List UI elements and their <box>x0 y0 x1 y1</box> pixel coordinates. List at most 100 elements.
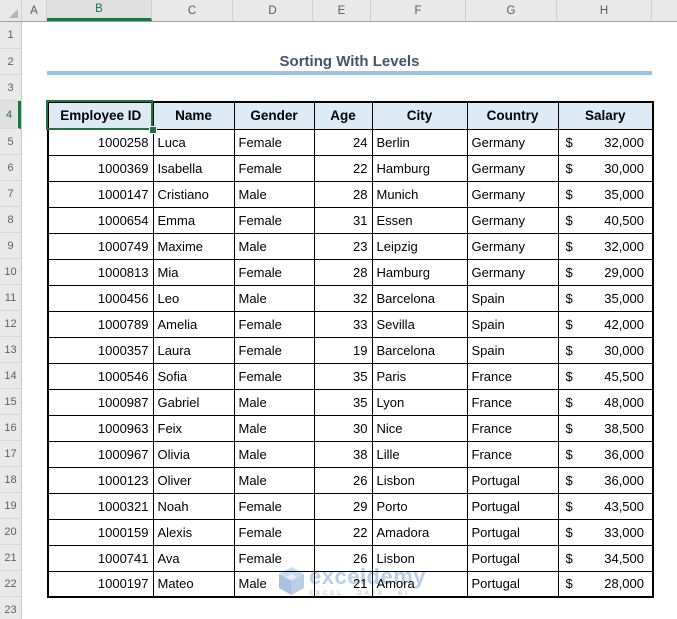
cell-city[interactable]: Sevilla <box>371 310 468 338</box>
row-header-15[interactable]: 15 <box>0 389 21 415</box>
cell-salary[interactable]: $ 33,000 <box>557 518 654 546</box>
row-header-22[interactable]: 22 <box>0 571 21 597</box>
cell-salary[interactable]: $ 35,000 <box>557 284 654 312</box>
row-header-4[interactable]: 4 <box>0 101 21 129</box>
cell-age[interactable]: 21 <box>313 570 373 598</box>
cell-gender[interactable]: Male <box>233 414 315 442</box>
cell-employee-id[interactable]: 1000197 <box>47 570 154 598</box>
cell-employee-id[interactable]: 1000741 <box>47 544 154 572</box>
cell-salary[interactable]: $ 43,500 <box>557 492 654 520</box>
cell-employee-id[interactable]: 1000147 <box>47 180 154 208</box>
row-header-8[interactable]: 8 <box>0 207 21 233</box>
cell-city[interactable]: Lyon <box>371 388 468 416</box>
cell-employee-id[interactable]: 1000123 <box>47 466 154 494</box>
cell-gender[interactable]: Male <box>233 180 315 208</box>
cell-city[interactable]: Munich <box>371 180 468 208</box>
cell-gender[interactable]: Female <box>233 154 315 182</box>
cell-gender[interactable]: Female <box>233 544 315 572</box>
cell-country[interactable]: Spain <box>466 336 559 364</box>
cell-city[interactable]: Essen <box>371 206 468 234</box>
cell-name[interactable]: Olivia <box>152 440 235 468</box>
cell-name[interactable]: Alexis <box>152 518 235 546</box>
header-city[interactable]: City <box>371 101 468 130</box>
cell-employee-id[interactable]: 1000813 <box>47 258 154 286</box>
column-header-c[interactable]: C <box>152 0 233 21</box>
cell-name[interactable]: Isabella <box>152 154 235 182</box>
cell-name[interactable]: Mateo <box>152 570 235 598</box>
cell-age[interactable]: 35 <box>313 388 373 416</box>
cell-salary[interactable]: $ 38,500 <box>557 414 654 442</box>
cell-country[interactable]: Portugal <box>466 492 559 520</box>
cell-name[interactable]: Laura <box>152 336 235 364</box>
cell-country[interactable]: Portugal <box>466 466 559 494</box>
cell-salary[interactable]: $ 45,500 <box>557 362 654 390</box>
header-employee-id[interactable]: Employee ID <box>47 101 154 130</box>
cell-employee-id[interactable]: 1000546 <box>47 362 154 390</box>
cell-name[interactable]: Noah <box>152 492 235 520</box>
column-header-f[interactable]: F <box>371 0 466 21</box>
row-header-20[interactable]: 20 <box>0 519 21 545</box>
cell-gender[interactable]: Female <box>233 206 315 234</box>
cell-salary[interactable]: $ 30,000 <box>557 154 654 182</box>
cell-gender[interactable]: Male <box>233 466 315 494</box>
cell-age[interactable]: 31 <box>313 206 373 234</box>
column-header-b[interactable]: B <box>47 0 152 21</box>
cell-name[interactable]: Luca <box>152 128 235 156</box>
column-header-g[interactable]: G <box>466 0 557 21</box>
cell-age[interactable]: 38 <box>313 440 373 468</box>
cell-gender[interactable]: Female <box>233 128 315 156</box>
cell-gender[interactable]: Female <box>233 310 315 338</box>
row-header-21[interactable]: 21 <box>0 545 21 571</box>
cell-city[interactable]: Porto <box>371 492 468 520</box>
cell-city[interactable]: Amadora <box>371 518 468 546</box>
cell-gender[interactable]: Female <box>233 492 315 520</box>
cell-salary[interactable]: $ 48,000 <box>557 388 654 416</box>
cell-country[interactable]: Germany <box>466 206 559 234</box>
cell-age[interactable]: 19 <box>313 336 373 364</box>
cell-country[interactable]: Germany <box>466 180 559 208</box>
cell-name[interactable]: Feix <box>152 414 235 442</box>
row-header-14[interactable]: 14 <box>0 363 21 389</box>
cell-salary[interactable]: $ 29,000 <box>557 258 654 286</box>
cell-salary[interactable]: $ 28,000 <box>557 570 654 598</box>
cell-country[interactable]: France <box>466 362 559 390</box>
cell-age[interactable]: 26 <box>313 466 373 494</box>
cell-city[interactable]: Leipzig <box>371 232 468 260</box>
row-header-5[interactable]: 5 <box>0 129 21 155</box>
column-header-d[interactable]: D <box>233 0 313 21</box>
cell-employee-id[interactable]: 1000357 <box>47 336 154 364</box>
cell-salary[interactable]: $ 36,000 <box>557 440 654 468</box>
cell-city[interactable]: Berlin <box>371 128 468 156</box>
cell-name[interactable]: Mia <box>152 258 235 286</box>
column-header-e[interactable]: E <box>313 0 371 21</box>
cell-country[interactable]: Portugal <box>466 544 559 572</box>
column-header-h[interactable]: H <box>557 0 652 21</box>
cell-age[interactable]: 22 <box>313 154 373 182</box>
cell-gender[interactable]: Male <box>233 570 315 598</box>
cell-age[interactable]: 35 <box>313 362 373 390</box>
cell-employee-id[interactable]: 1000789 <box>47 310 154 338</box>
row-header-10[interactable]: 10 <box>0 259 21 285</box>
row-header-2[interactable]: 2 <box>0 49 21 75</box>
cell-age[interactable]: 33 <box>313 310 373 338</box>
cell-age[interactable]: 30 <box>313 414 373 442</box>
cell-salary[interactable]: $ 36,000 <box>557 466 654 494</box>
cell-name[interactable]: Gabriel <box>152 388 235 416</box>
cell-employee-id[interactable]: 1000456 <box>47 284 154 312</box>
row-header-13[interactable]: 13 <box>0 337 21 363</box>
cell-gender[interactable]: Female <box>233 518 315 546</box>
cell-gender[interactable]: Male <box>233 232 315 260</box>
cell-age[interactable]: 28 <box>313 180 373 208</box>
row-header-16[interactable]: 16 <box>0 415 21 441</box>
row-header-18[interactable]: 18 <box>0 467 21 493</box>
cell-employee-id[interactable]: 1000987 <box>47 388 154 416</box>
cell-salary[interactable]: $ 32,000 <box>557 232 654 260</box>
cell-country[interactable]: Germany <box>466 232 559 260</box>
cell-age[interactable]: 24 <box>313 128 373 156</box>
cell-gender[interactable]: Male <box>233 388 315 416</box>
row-header-23[interactable]: 23 <box>0 597 21 619</box>
cell-country[interactable]: Spain <box>466 284 559 312</box>
cell-country[interactable]: France <box>466 414 559 442</box>
row-header-9[interactable]: 9 <box>0 233 21 259</box>
cell-employee-id[interactable]: 1000369 <box>47 154 154 182</box>
